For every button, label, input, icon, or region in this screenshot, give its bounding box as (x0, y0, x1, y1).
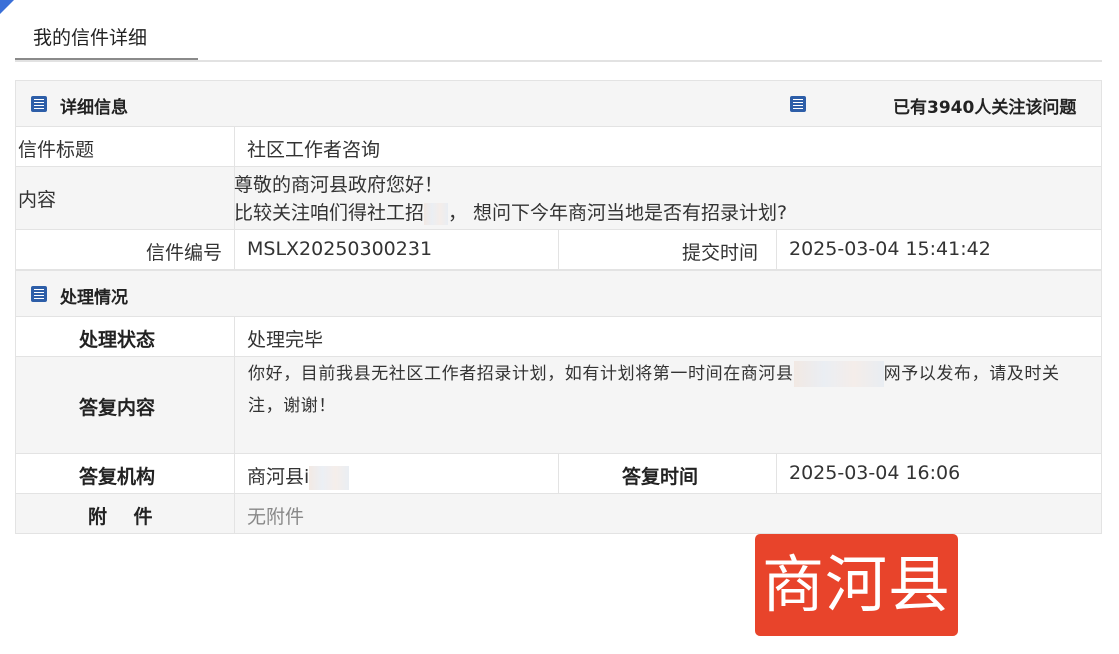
letter-content-line: 比较关注咱们得社工招 ， 想问下今年商河当地是否有招录计划? (234, 199, 787, 227)
submit-time-label: 提交时间 (682, 242, 759, 264)
reply-content-line: 你好，目前我县无社区工作者招录计划，如有计划将第一时间在商河县 网予以发布，请及时… (248, 357, 1091, 391)
document-list-icon (31, 96, 47, 112)
reply-content-body: 你好，目前我县无社区工作者招录计划，如有计划将第一时间在商河县 网予以发布，请及时… (248, 357, 1091, 453)
letter-title-value: 社区工作者咨询 (247, 139, 381, 161)
detail-section-title: 详细信息 (60, 98, 128, 118)
detail-section-header: 详细信息 已有3940人关注该问题 (15, 80, 1102, 127)
corner-accent (0, 0, 14, 14)
reply-content-row: 答复内容 你好，目前我县无社区工作者招录计划，如有计划将第一时间在商河县 网予以发… (15, 357, 1102, 454)
reply-org-row: 答复机构 商河县i 答复时间 2025-03-04 16:06 (15, 454, 1102, 494)
process-section-title: 处理情况 (60, 288, 128, 308)
letter-number-value: MSLX20250300231 (247, 238, 433, 260)
process-section-header: 处理情况 (15, 270, 1102, 317)
letter-meta-row: 信件编号 MSLX20250300231 提交时间 2025-03-04 15:… (15, 230, 1102, 270)
reply-content-line: 注，谢谢！ (248, 396, 336, 416)
redacted-mark (793, 361, 884, 387)
tab-strip: 我的信件详细 (15, 20, 1102, 62)
letter-content-row: 内容 尊敬的商河县政府您好！ 比较关注咱们得社工招 ， 想问下今年商河当地是否有招… (15, 167, 1102, 230)
redacted-mark (424, 202, 449, 225)
letter-number-label: 信件编号 (146, 242, 223, 264)
reply-org-value-line: 商河县i (247, 462, 350, 493)
source-watermark: 商河县 (755, 534, 958, 636)
tab-my-letter-detail[interactable]: 我的信件详细 (15, 20, 198, 60)
reply-content-text: 网予以发布，请及时关 (883, 364, 1060, 384)
letter-content-label: 内容 (18, 189, 57, 211)
document-list-icon (790, 96, 806, 112)
process-status-value: 处理完毕 (247, 329, 324, 351)
letter-content-text: 比较关注咱们得社工招 (234, 202, 425, 224)
reply-content-label: 答复内容 (79, 397, 156, 419)
letter-title-label: 信件标题 (18, 139, 95, 161)
letter-content-line: 尊敬的商河县政府您好！ (234, 174, 444, 196)
reply-time-label: 答复时间 (622, 466, 699, 488)
letter-title-row: 信件标题 社区工作者咨询 (15, 127, 1102, 167)
document-list-icon (31, 286, 47, 302)
reply-content-text: 你好，目前我县无社区工作者招录计划，如有计划将第一时间在商河县 (248, 364, 794, 384)
attachment-value: 无附件 (247, 506, 305, 528)
redacted-mark (309, 465, 350, 490)
process-status-label: 处理状态 (79, 329, 156, 351)
reply-time-value: 2025-03-04 16:06 (789, 462, 961, 484)
follow-count-text: 已有3940人关注该问题 (893, 98, 1077, 118)
submit-time-value: 2025-03-04 15:41:42 (789, 238, 991, 260)
attachment-row: 附 件 无附件 (15, 494, 1102, 534)
process-status-row: 处理状态 处理完毕 (15, 317, 1102, 357)
attachment-label: 附 件 (88, 506, 153, 528)
reply-org-label: 答复机构 (79, 466, 156, 488)
reply-org-value: 商河县i (247, 466, 310, 488)
letter-content-body: 尊敬的商河县政府您好！ 比较关注咱们得社工招 ， 想问下今年商河当地是否有招录计划… (234, 171, 787, 229)
letter-content-text: ， 想问下今年商河当地是否有招录计划? (448, 202, 788, 224)
